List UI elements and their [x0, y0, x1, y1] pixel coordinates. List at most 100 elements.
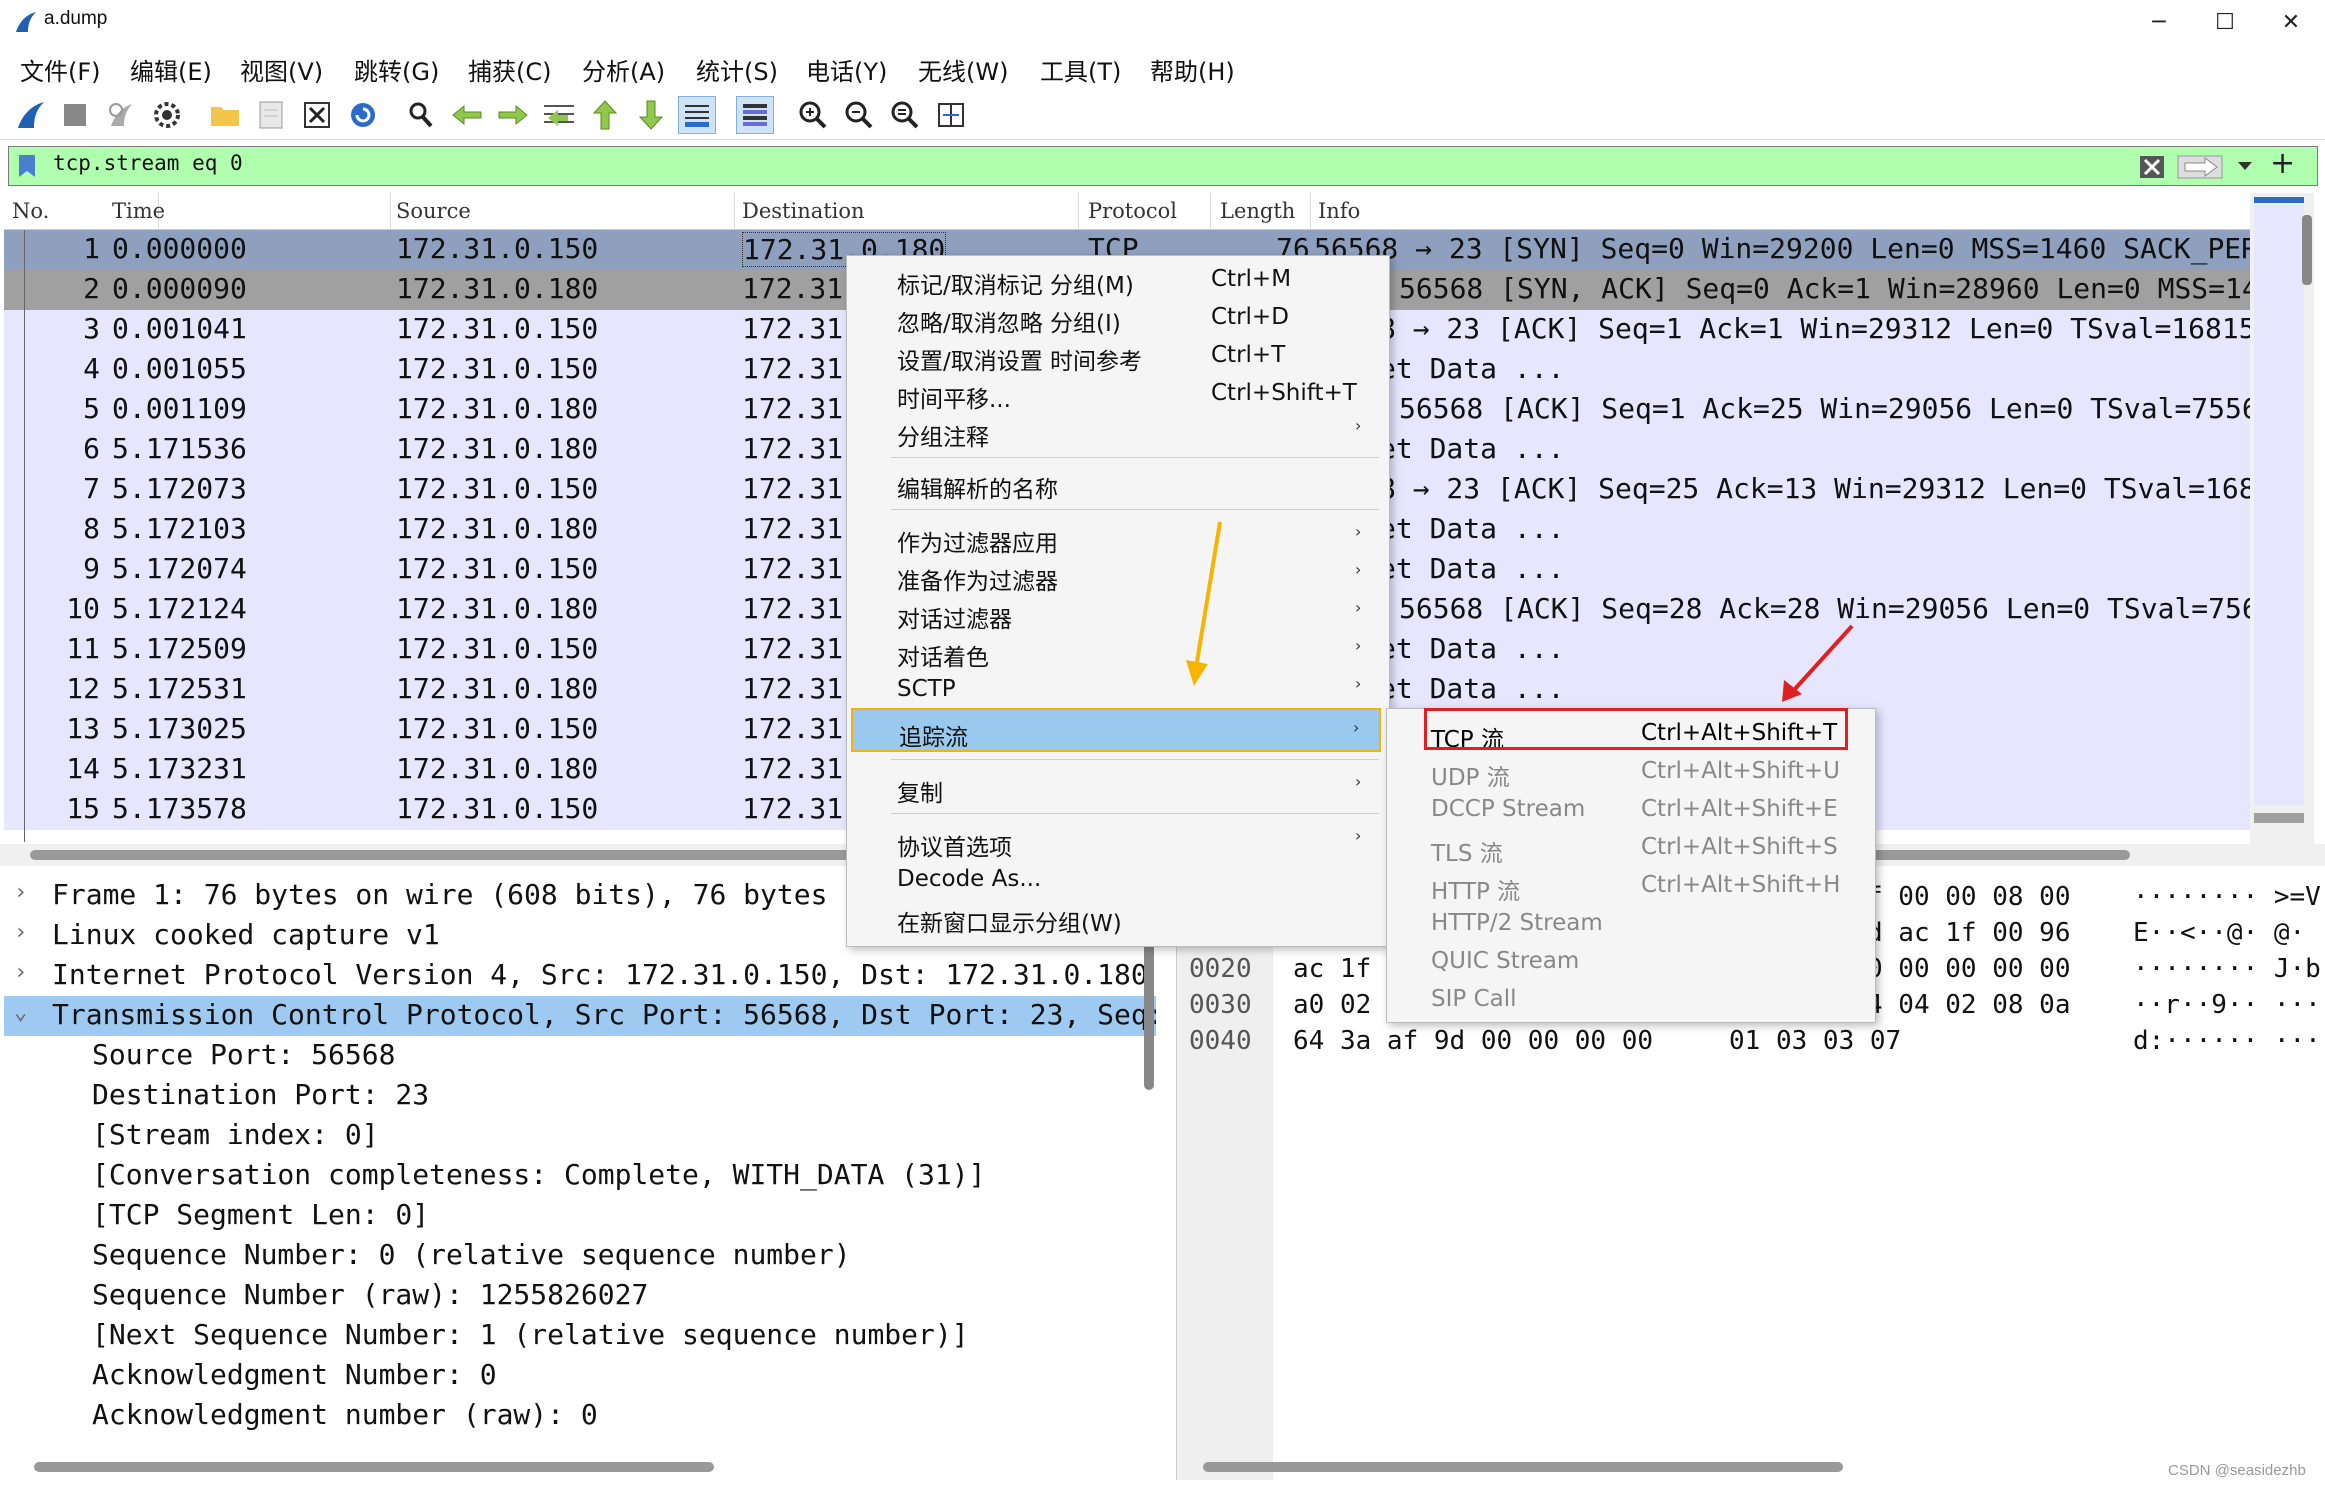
- first-packet-icon[interactable]: [586, 96, 624, 134]
- submenu-arrow-icon: ›: [1355, 674, 1362, 693]
- bytes-ascii[interactable]: E··<··@· @·: [2133, 918, 2305, 948]
- detail-field[interactable]: Destination Port: 23: [4, 1076, 1156, 1116]
- bytes-hex[interactable]: a0 02: [1293, 990, 1371, 1020]
- open-folder-icon[interactable]: [206, 96, 244, 134]
- bytes-ascii[interactable]: ··r··9·· ···: [2133, 990, 2321, 1020]
- resize-columns-icon[interactable]: [932, 96, 970, 134]
- col-no[interactable]: No.: [12, 199, 49, 223]
- menu-capture[interactable]: 捕获(C): [468, 52, 551, 87]
- detail-field[interactable]: [Next Sequence Number: 1 (relative seque…: [4, 1316, 1156, 1356]
- bytes-hex[interactable]: 4 04 02 08 0a: [1867, 990, 2071, 1020]
- col-source[interactable]: Source: [396, 199, 471, 223]
- menu-item-decode-as[interactable]: Decode As...: [847, 860, 1389, 898]
- col-length[interactable]: Length: [1220, 199, 1295, 223]
- save-file-icon[interactable]: [252, 96, 290, 134]
- menu-view[interactable]: 视图(V): [240, 52, 323, 87]
- detail-field[interactable]: Acknowledgment Number: 0: [4, 1356, 1156, 1396]
- menu-item-protocol-preferences[interactable]: 协议首选项 ›: [847, 822, 1389, 861]
- menu-wireless[interactable]: 无线(W): [918, 52, 1008, 87]
- colorize-icon[interactable]: [736, 96, 774, 134]
- menu-item-colorize-conversation[interactable]: 对话着色 ›: [847, 632, 1389, 671]
- last-packet-icon[interactable]: [632, 96, 670, 134]
- menu-item-show-in-new-window[interactable]: 在新窗口显示分组(W): [847, 898, 1389, 937]
- bytes-hex[interactable]: ac 1f: [1293, 954, 1371, 984]
- menu-item-sctp[interactable]: SCTP ›: [847, 670, 1389, 708]
- apply-filter-icon[interactable]: [2177, 155, 2223, 179]
- go-to-packet-icon[interactable]: [540, 96, 578, 134]
- menu-item-prepare-as-filter[interactable]: 准备作为过滤器 ›: [847, 556, 1389, 595]
- menu-item-mark-packet[interactable]: 标记/取消标记 分组(M) Ctrl+M: [847, 260, 1389, 299]
- col-info[interactable]: Info: [1318, 199, 1360, 223]
- reload-icon[interactable]: [344, 96, 382, 134]
- find-icon[interactable]: [402, 96, 440, 134]
- detail-field[interactable]: [TCP Segment Len: 0]: [4, 1196, 1156, 1236]
- go-back-icon[interactable]: [448, 96, 486, 134]
- detail-field[interactable]: Source Port: 56568: [4, 1036, 1156, 1076]
- bytes-ascii[interactable]: ········ J·b: [2133, 954, 2321, 984]
- details-hscrollbar[interactable]: [34, 1462, 714, 1472]
- maximize-button[interactable]: ☐: [2192, 0, 2258, 44]
- menu-item-packet-comment[interactable]: 分组注释 ›: [847, 412, 1389, 451]
- menu-item-apply-as-filter[interactable]: 作为过滤器应用 ›: [847, 518, 1389, 557]
- menu-help[interactable]: 帮助(H): [1150, 52, 1235, 87]
- packet-details-tree: › Frame 1: 76 bytes on wire (608 bits), 7…: [4, 870, 1156, 1480]
- detail-field[interactable]: [Stream index: 0]: [4, 1116, 1156, 1156]
- menu-file[interactable]: 文件(F): [20, 52, 101, 87]
- detail-tcp-selected[interactable]: ⌄ Transmission Control Protocol, Src Port…: [4, 996, 1156, 1036]
- menu-item-follow-stream[interactable]: 追踪流 ›: [851, 708, 1381, 752]
- bytes-offset: 0030: [1189, 990, 1252, 1020]
- col-destination[interactable]: Destination: [742, 199, 865, 223]
- bytes-hex[interactable]: 01 03 03 07: [1729, 1026, 1901, 1056]
- bytes-hex[interactable]: 0 00 00 00 00: [1867, 954, 2071, 984]
- detail-ipv4[interactable]: › Internet Protocol Version 4, Src: 172.3…: [4, 956, 1156, 996]
- bookmark-icon[interactable]: [17, 153, 37, 179]
- menu-item-time-shift[interactable]: 时间平移... Ctrl+Shift+T: [847, 374, 1389, 413]
- zoom-out-icon[interactable]: [840, 96, 878, 134]
- zoom-in-icon[interactable]: [794, 96, 832, 134]
- menu-analyze[interactable]: 分析(A): [582, 52, 665, 87]
- bytes-hscrollbar[interactable]: [1203, 1462, 1843, 1472]
- bytes-hex[interactable]: d ac 1f 00 96: [1867, 918, 2071, 948]
- packet-context-menu: 标记/取消标记 分组(M) Ctrl+M 忽略/取消忽略 分组(I) Ctrl+D …: [846, 255, 1390, 947]
- menu-item-conversation-filter[interactable]: 对话过滤器 ›: [847, 594, 1389, 633]
- menu-go[interactable]: 跳转(G): [354, 52, 439, 87]
- close-window-button[interactable]: ✕: [2258, 0, 2324, 44]
- menu-statistics[interactable]: 统计(S): [696, 52, 778, 87]
- menu-item-copy[interactable]: 复制 ›: [847, 768, 1389, 807]
- wireshark-fin-icon: [16, 12, 36, 32]
- go-forward-icon[interactable]: [494, 96, 532, 134]
- menu-tools[interactable]: 工具(T): [1040, 52, 1121, 87]
- title-bar: a.dump ─ ☐ ✕: [0, 0, 2325, 44]
- menu-item-time-reference[interactable]: 设置/取消设置 时间参考 Ctrl+T: [847, 336, 1389, 375]
- menu-telephony[interactable]: 电话(Y): [806, 52, 887, 87]
- col-time[interactable]: Time: [112, 199, 165, 223]
- detail-field[interactable]: Acknowledgment number (raw): 0: [4, 1396, 1156, 1436]
- detail-field[interactable]: Sequence Number: 0 (relative sequence nu…: [4, 1236, 1156, 1276]
- display-filter-input[interactable]: tcp.stream eq 0: [53, 151, 243, 175]
- stop-icon[interactable]: [56, 96, 94, 134]
- clear-filter-icon[interactable]: [2139, 155, 2165, 179]
- add-filter-button[interactable]: +: [2270, 146, 2295, 181]
- minimize-button[interactable]: ─: [2126, 0, 2192, 44]
- submenu-arrow-icon: ›: [1355, 522, 1362, 541]
- detail-field[interactable]: [Conversation completeness: Complete, WI…: [4, 1156, 1156, 1196]
- normal-size-icon[interactable]: [886, 96, 924, 134]
- detail-field[interactable]: Sequence Number (raw): 1255826027: [4, 1276, 1156, 1316]
- bytes-hex[interactable]: f 00 00 08 00: [1867, 882, 2071, 912]
- bytes-offset: 0020: [1189, 954, 1252, 984]
- col-protocol[interactable]: Protocol: [1088, 199, 1177, 223]
- packet-list-scrollbar[interactable]: [2250, 193, 2314, 844]
- bytes-ascii[interactable]: ········ >=V: [2133, 882, 2321, 912]
- menu-item-ignore-packet[interactable]: 忽略/取消忽略 分组(I) Ctrl+D: [847, 298, 1389, 337]
- options-gear-icon[interactable]: [148, 96, 186, 134]
- follow-stream-submenu: TCP 流 Ctrl+Alt+Shift+T UDP 流 Ctrl+Alt+Shif…: [1386, 708, 1876, 1023]
- close-file-icon[interactable]: [298, 96, 336, 134]
- restart-icon[interactable]: [102, 96, 140, 134]
- menu-edit[interactable]: 编辑(E): [130, 52, 212, 87]
- shark-fin-icon[interactable]: [12, 96, 50, 134]
- filter-history-dropdown-icon[interactable]: [2235, 159, 2255, 173]
- menu-item-edit-resolved-name[interactable]: 编辑解析的名称: [847, 464, 1389, 503]
- autoscroll-icon[interactable]: [678, 96, 716, 134]
- bytes-hex[interactable]: 64 3a af 9d 00 00 00 00: [1293, 1026, 1653, 1056]
- bytes-ascii[interactable]: d:······ ···: [2133, 1026, 2321, 1056]
